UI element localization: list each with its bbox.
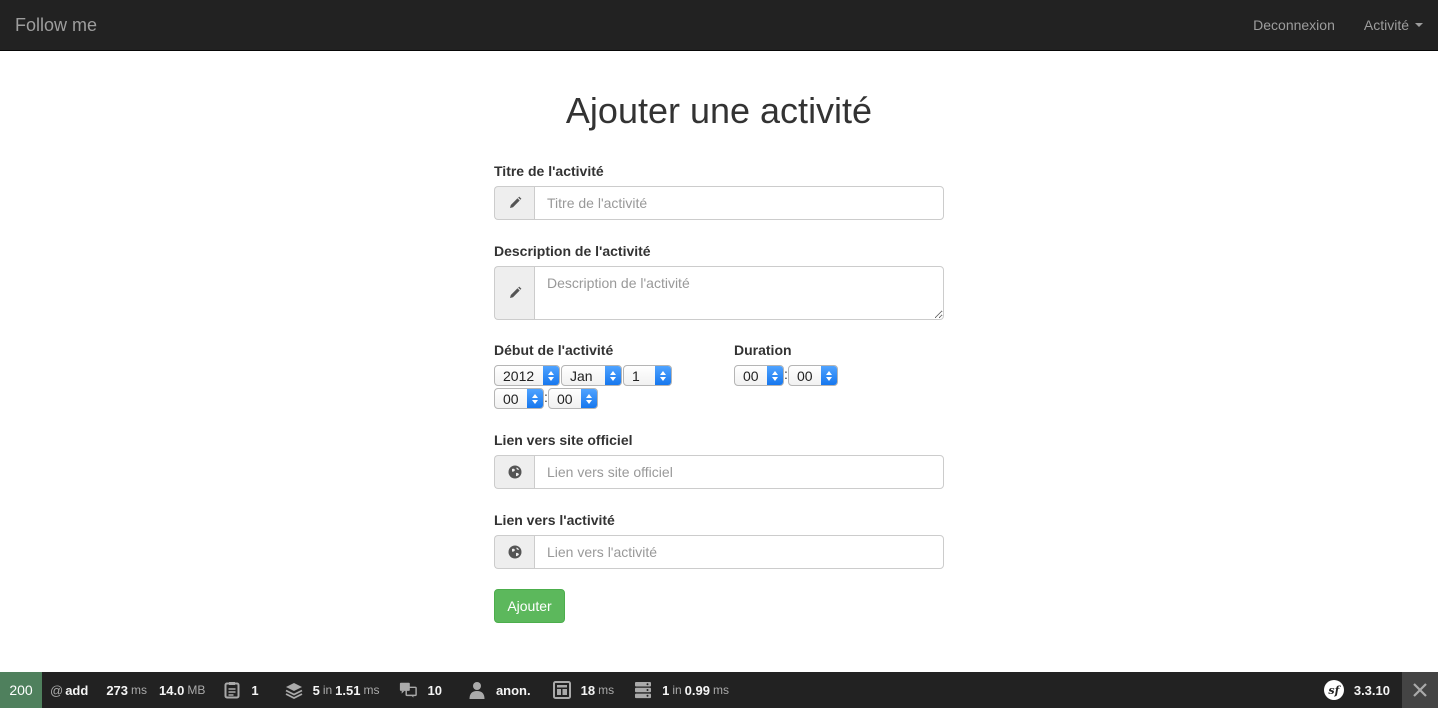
logout-link[interactable]: Deconnexion (1253, 17, 1335, 33)
description-label: Description de l'activité (494, 243, 651, 259)
translations-count: 10 (427, 682, 442, 698)
globe-icon (494, 455, 534, 489)
activity-dropdown[interactable]: Activité (1364, 17, 1423, 33)
start-month-select[interactable]: Jan (561, 365, 622, 386)
user-icon (468, 681, 486, 699)
close-icon[interactable] (1402, 672, 1438, 708)
official-site-input-group (494, 455, 944, 489)
title-input-group (494, 186, 944, 220)
memory-unit: MB (187, 683, 206, 697)
events-unit: ms (363, 683, 380, 697)
logs-count: 1 (251, 682, 259, 698)
pencil-icon (494, 266, 534, 320)
symfony-logo-icon: sf (1323, 680, 1344, 700)
translation-item[interactable]: 10 (399, 681, 442, 699)
symfony-version-item[interactable]: sf 3.3.10 (1323, 680, 1390, 700)
template-icon (552, 681, 571, 699)
activity-link-label: Lien vers l'activité (494, 512, 615, 528)
route-item[interactable]: @ add (50, 683, 88, 698)
status-badge[interactable]: 200 (0, 672, 42, 708)
start-year-value: 2012 (503, 367, 535, 384)
select-arrows-icon (655, 366, 671, 385)
cache-in: in (672, 683, 682, 697)
navbar: Follow me Deconnexion Activité (0, 0, 1438, 51)
cache-item[interactable]: 1 in 0.99 ms (634, 681, 729, 699)
twig-unit: ms (598, 683, 615, 697)
duration-hour-value: 00 (743, 367, 759, 384)
select-arrows-icon (767, 366, 783, 385)
twig-item[interactable]: 18 ms (552, 681, 615, 699)
duration-minute-value: 00 (797, 367, 813, 384)
layers-icon (285, 681, 303, 699)
start-hour-select[interactable]: 00 (494, 388, 544, 409)
debug-toolbar: 200 @ add 273 ms 14.0 MB 1 5 in 1.51 ms … (0, 672, 1438, 708)
start-minute-select[interactable]: 00 (548, 388, 598, 409)
select-arrows-icon (581, 389, 597, 408)
toolbar-right: sf 3.3.10 (1312, 672, 1438, 708)
start-minute-value: 00 (557, 390, 573, 407)
at-icon: @ (50, 682, 64, 698)
start-day-value: 1 (632, 367, 640, 384)
time-unit: ms (131, 683, 148, 697)
memory-value: 14.0 (159, 682, 185, 698)
activity-dropdown-label: Activité (1363, 17, 1409, 33)
title-input[interactable] (534, 186, 944, 220)
cache-count: 1 (662, 682, 670, 698)
symfony-version: 3.3.10 (1353, 682, 1390, 698)
time-item[interactable]: 273 ms (106, 683, 147, 698)
official-site-label: Lien vers site officiel (494, 432, 633, 448)
pencil-icon (494, 186, 534, 220)
start-month-value: Jan (570, 367, 593, 384)
start-hour-value: 00 (503, 390, 519, 407)
select-arrows-icon (527, 389, 543, 408)
events-in: in (322, 683, 333, 697)
activity-link-input-group (494, 535, 944, 569)
title-label: Titre de l'activité (494, 163, 604, 179)
start-label: Début de l'activité (494, 342, 614, 358)
user-item[interactable]: anon. (468, 681, 531, 699)
events-count: 5 (312, 682, 320, 698)
translation-icon (399, 681, 418, 699)
description-textarea[interactable] (534, 266, 944, 320)
events-time: 1.51 (335, 682, 361, 698)
navbar-right: Deconnexion Activité (1224, 0, 1423, 50)
memory-item[interactable]: 14.0 MB (159, 683, 205, 698)
select-arrows-icon (821, 366, 837, 385)
cache-unit: ms (712, 683, 729, 697)
duration-hour-select[interactable]: 00 (734, 365, 784, 386)
time-value: 273 (106, 682, 129, 698)
activity-link-input[interactable] (534, 535, 944, 569)
cache-time: 0.99 (684, 682, 710, 698)
twig-time: 18 (580, 682, 596, 698)
add-button[interactable]: Ajouter (494, 589, 565, 623)
start-day-select[interactable]: 1 (623, 365, 672, 386)
duration-label: Duration (734, 342, 792, 358)
server-icon (634, 681, 652, 699)
events-item[interactable]: 5 in 1.51 ms (285, 681, 380, 699)
route-name: add (65, 682, 89, 698)
user-name: anon. (495, 682, 531, 698)
brand-link[interactable]: Follow me (15, 15, 97, 35)
logs-item[interactable]: 1 (223, 681, 259, 699)
description-input-group (494, 266, 944, 320)
caret-down-icon (1415, 23, 1423, 27)
duration-minute-select[interactable]: 00 (788, 365, 838, 386)
clipboard-icon (223, 681, 241, 699)
page-title: Ajouter une activité (565, 90, 873, 131)
select-arrows-icon (543, 366, 559, 385)
official-site-input[interactable] (534, 455, 944, 489)
start-year-select[interactable]: 2012 (494, 365, 560, 386)
globe-icon (494, 535, 534, 569)
select-arrows-icon (605, 366, 621, 385)
